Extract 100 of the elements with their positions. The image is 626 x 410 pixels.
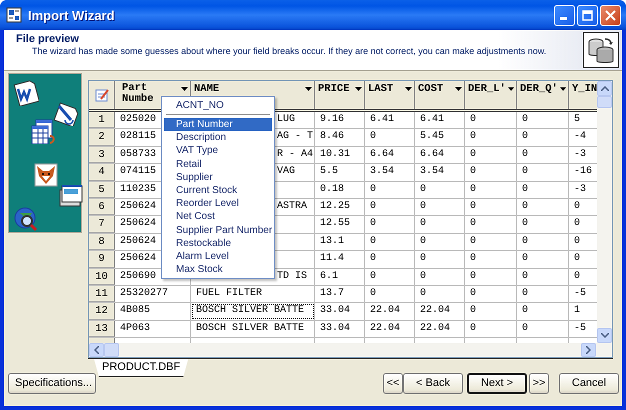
- row-header[interactable]: 13: [89, 320, 115, 338]
- close-button[interactable]: [600, 4, 621, 26]
- table-cell: 0: [465, 146, 517, 164]
- menu-item[interactable]: Part Number: [164, 118, 272, 132]
- wizard-button[interactable]: Cancel: [559, 372, 619, 394]
- maximize-icon: [582, 10, 593, 20]
- column-header[interactable]: COST: [415, 81, 465, 109]
- row-header[interactable]: 10: [89, 268, 115, 285]
- table-cell: 12.55: [315, 216, 365, 233]
- wizard-button[interactable]: >>: [529, 372, 549, 394]
- table-cell: 0: [415, 234, 465, 250]
- table-cell: 11.4: [315, 251, 365, 268]
- table-cell: 6.41: [365, 112, 415, 128]
- table-cell: 3.54: [365, 164, 415, 181]
- page-title: File preview: [16, 33, 80, 45]
- table-cell: BOSCH SILVER BATTE: [191, 320, 315, 338]
- table-cell: 0: [517, 320, 569, 338]
- row-header[interactable]: 8: [89, 234, 115, 250]
- table-cell: 8.46: [315, 129, 365, 146]
- table-cell: 0: [365, 198, 415, 216]
- document-icon: [13, 80, 39, 106]
- table-cell: 6.64: [365, 146, 415, 164]
- row-header[interactable]: 7: [89, 216, 115, 233]
- dropdown-caret-icon: [508, 87, 514, 92]
- scrollbar-thumb[interactable]: [104, 343, 119, 357]
- table-cell: 0: [365, 251, 415, 268]
- row-header[interactable]: 3: [89, 146, 115, 164]
- table-cell: 22.04: [365, 303, 415, 320]
- table-cell: 6.64: [415, 146, 465, 164]
- row-header[interactable]: 11: [89, 286, 115, 302]
- dropdown-caret-icon: [455, 87, 462, 92]
- close-icon: [605, 10, 616, 20]
- scroll-up-button[interactable]: [597, 81, 612, 96]
- row-header[interactable]: 1: [89, 112, 115, 128]
- table-cell: 0: [517, 198, 569, 216]
- table-cell: 12.25: [315, 198, 365, 216]
- select-all-icon[interactable]: [94, 88, 108, 102]
- maximize-button[interactable]: [577, 4, 598, 26]
- table-cell: 9.16: [315, 112, 365, 128]
- app-icon: [6, 7, 22, 23]
- table-cell: 0: [415, 182, 465, 198]
- chevron-left-icon: [94, 346, 99, 354]
- table-cell: 0: [465, 182, 517, 198]
- wizard-button[interactable]: <<: [383, 372, 403, 394]
- table-cell: 0: [415, 251, 465, 268]
- specifications-button[interactable]: Specifications...: [8, 372, 96, 394]
- table-cell: 4B085: [115, 303, 191, 320]
- wizard-button[interactable]: < Back: [403, 372, 463, 394]
- dropdown-caret-icon: [405, 87, 412, 92]
- globe-magnifier-icon: [13, 206, 39, 232]
- row-header[interactable]: 4: [89, 164, 115, 181]
- page-description: The wizard has made some guesses about where your field breaks occur. If they are not correct, you can make adjustments now.: [32, 46, 548, 56]
- dropdown-caret-icon: [355, 87, 362, 92]
- row-header[interactable]: 9: [89, 251, 115, 268]
- table-cell: 6.41: [415, 112, 465, 128]
- table-cell: 0: [517, 251, 569, 268]
- table-cell: 0: [365, 129, 415, 146]
- table-cell: 0: [415, 216, 465, 233]
- table-cell: 0: [465, 129, 517, 146]
- table-cell: 0: [465, 268, 517, 285]
- table-cell: 0: [415, 286, 465, 302]
- row-header[interactable]: 12: [89, 303, 115, 320]
- fox-icon: [33, 162, 59, 188]
- wizard-button[interactable]: Next >: [467, 372, 527, 394]
- table-cell: 0: [365, 234, 415, 250]
- table-cell: 0: [517, 216, 569, 233]
- table-cell: 10.31: [315, 146, 365, 164]
- table-cell: 3.54: [415, 164, 465, 181]
- table-cell: FUEL FILTER: [191, 286, 315, 302]
- table-cell: 0: [365, 286, 415, 302]
- table-cell: 0: [465, 286, 517, 302]
- table-cell: BOSCH SILVER BATTE: [191, 303, 315, 320]
- chevron-down-icon: [600, 333, 608, 338]
- row-header[interactable]: 2: [89, 129, 115, 146]
- table-cell: 0: [365, 216, 415, 233]
- chevron-right-icon: [586, 346, 591, 354]
- table-cell: 13.7: [315, 286, 365, 302]
- scroll-down-button[interactable]: [597, 328, 612, 343]
- scroll-right-button[interactable]: [581, 343, 596, 357]
- table-cell: 0: [517, 286, 569, 302]
- table-cell: 22.04: [415, 303, 465, 320]
- table-cell: 25320277: [115, 286, 191, 302]
- table-cell: 0: [415, 198, 465, 216]
- row-header[interactable]: 5: [89, 182, 115, 198]
- table-cell: 22.04: [415, 320, 465, 338]
- table-icon: [29, 118, 55, 144]
- window-title: Import Wizard: [28, 8, 116, 22]
- sheet-tab[interactable]: PRODUCT.DBF: [94, 359, 188, 377]
- table-cell: 0: [517, 182, 569, 198]
- table-cell: 0: [517, 146, 569, 164]
- scrollbar-thumb[interactable]: [597, 96, 612, 108]
- table-cell: 0: [517, 129, 569, 146]
- table-cell: 0: [517, 164, 569, 181]
- minimize-button[interactable]: [554, 4, 575, 26]
- table-cell: 0: [465, 216, 517, 233]
- table-cell: 0: [465, 251, 517, 268]
- row-header[interactable]: 6: [89, 198, 115, 216]
- scroll-left-button[interactable]: [89, 343, 104, 357]
- table-cell: 0: [415, 268, 465, 285]
- document-pen-icon: [53, 100, 79, 126]
